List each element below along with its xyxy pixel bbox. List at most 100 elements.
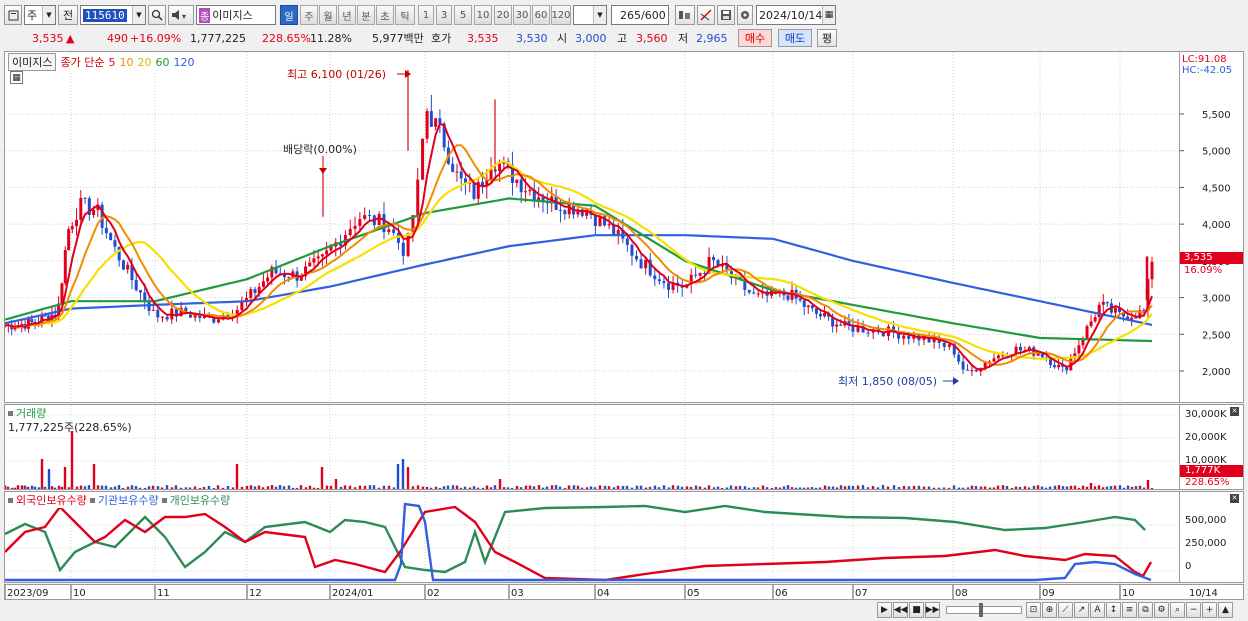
tools-icon[interactable] bbox=[675, 5, 695, 25]
holding-chart-panel[interactable]: 외국인보유수량 기관보유수량 개인보유수량 bbox=[4, 491, 1180, 583]
legend-foreign[interactable]: 외국인보유수량 bbox=[16, 492, 87, 508]
legend-ma60[interactable]: 60 bbox=[155, 56, 169, 69]
stock-name-field[interactable]: 종 이미지스 bbox=[196, 5, 276, 25]
period-year[interactable]: 년 bbox=[338, 5, 356, 25]
stock-code-input[interactable]: 115610 ▼ bbox=[80, 5, 146, 25]
volume-chart-panel[interactable]: 거래량 1,777,225주(228.65%) bbox=[4, 404, 1180, 490]
zoom-slider[interactable] bbox=[946, 603, 1022, 617]
save-icon[interactable] bbox=[717, 5, 735, 25]
volume-chart-svg bbox=[5, 405, 1179, 489]
legend-prefix: 종가 단순 bbox=[60, 56, 105, 69]
close-icon[interactable]: ✕ bbox=[1230, 494, 1239, 503]
candle-body bbox=[712, 257, 716, 261]
market-select[interactable]: 주 ▼ bbox=[24, 5, 56, 25]
candle-body bbox=[151, 309, 155, 311]
legend-marker-icon bbox=[89, 497, 95, 503]
legend-ma5[interactable]: 5 bbox=[108, 56, 115, 69]
close-icon[interactable]: ✕ bbox=[1230, 407, 1239, 416]
volume-bar bbox=[316, 487, 320, 489]
candle-body bbox=[377, 214, 381, 226]
table-icon[interactable]: ▦ bbox=[10, 71, 23, 84]
interval-60[interactable]: 60 bbox=[532, 5, 550, 25]
volume-bar bbox=[249, 485, 253, 489]
plus-icon[interactable]: + bbox=[1202, 602, 1217, 618]
speaker-icon[interactable]: ▾ bbox=[168, 5, 194, 25]
volume-bar bbox=[459, 487, 463, 489]
interval-1[interactable]: 1 bbox=[418, 5, 434, 25]
calendar-icon[interactable]: ▦ bbox=[822, 6, 835, 24]
volume-bar bbox=[778, 487, 782, 489]
date-input[interactable]: 2024/10/14 ▦ bbox=[756, 5, 836, 25]
price-chart-panel[interactable]: 최고 6,100 (01/26) 배당락(0.00%) 최저 1,850 (08… bbox=[4, 51, 1180, 403]
period-minute[interactable]: 분 bbox=[357, 5, 375, 25]
scroll-right-icon[interactable]: ▶ bbox=[877, 602, 892, 618]
fibo-icon[interactable]: ≡ bbox=[1122, 602, 1137, 618]
volume-bar bbox=[472, 486, 476, 489]
text-tool-icon[interactable]: A bbox=[1090, 602, 1105, 618]
candle-body bbox=[358, 219, 362, 226]
volume-bar bbox=[113, 486, 117, 489]
interval-3[interactable]: 3 bbox=[436, 5, 452, 25]
period-month[interactable]: 월 bbox=[319, 5, 337, 25]
foreign-holding-line bbox=[5, 505, 1153, 582]
gear-icon[interactable] bbox=[737, 5, 753, 25]
stock-code-value: 115610 bbox=[83, 8, 127, 22]
volume-bar bbox=[1093, 486, 1097, 489]
settings-icon[interactable]: ⚙ bbox=[1154, 602, 1169, 618]
candle-body bbox=[974, 370, 978, 372]
chart-title[interactable]: 이미지스 bbox=[8, 53, 57, 71]
interval-120[interactable]: 120 bbox=[551, 5, 571, 25]
legend-institution[interactable]: 기관보유수량 bbox=[98, 492, 159, 508]
volume-bar bbox=[765, 487, 769, 489]
collapse-icon[interactable]: ▲ bbox=[1218, 602, 1233, 618]
legend-individual[interactable]: 개인보유수량 bbox=[170, 492, 231, 508]
period-week[interactable]: 주 bbox=[300, 5, 318, 25]
interval-5[interactable]: 5 bbox=[454, 5, 472, 25]
trade-amount: 5,977백만 bbox=[372, 32, 424, 45]
period-second[interactable]: 초 bbox=[376, 5, 394, 25]
volume-bar bbox=[463, 486, 467, 489]
zoom-slider-handle[interactable] bbox=[979, 603, 983, 617]
volume-bar bbox=[401, 459, 405, 489]
eval-button[interactable]: 평 bbox=[817, 29, 837, 47]
volume-bar bbox=[1057, 485, 1061, 489]
interval-20[interactable]: 20 bbox=[494, 5, 512, 25]
period-tick[interactable]: 틱 bbox=[395, 5, 415, 25]
period-day[interactable]: 일 bbox=[280, 5, 298, 25]
volume-bar bbox=[992, 487, 996, 489]
trend-icon[interactable]: ⟋ bbox=[1058, 602, 1073, 618]
search-icon[interactable] bbox=[148, 5, 166, 25]
interval-30[interactable]: 30 bbox=[513, 5, 531, 25]
prev-button[interactable]: 전 bbox=[58, 5, 78, 25]
volume-bar bbox=[970, 485, 974, 489]
legend-ma10[interactable]: 10 bbox=[119, 56, 133, 69]
minus-icon[interactable]: − bbox=[1186, 602, 1201, 618]
interval-10[interactable]: 10 bbox=[474, 5, 492, 25]
volume-bar bbox=[603, 485, 607, 489]
copy-icon[interactable]: ⧉ bbox=[1138, 602, 1153, 618]
zoom-window-icon[interactable]: ⊡ bbox=[1026, 602, 1041, 618]
date-label: 06 bbox=[775, 588, 788, 599]
volume-bar bbox=[1146, 480, 1150, 489]
volume-bar bbox=[685, 486, 689, 489]
volume-bar bbox=[532, 486, 536, 489]
sell-button[interactable]: 매도 bbox=[778, 29, 812, 47]
legend-ma120[interactable]: 120 bbox=[173, 56, 194, 69]
measure-icon[interactable]: ↕ bbox=[1106, 602, 1121, 618]
menu-icon[interactable] bbox=[4, 5, 22, 25]
crosshair-icon[interactable]: ⊕ bbox=[1042, 602, 1057, 618]
volume-bar bbox=[932, 487, 936, 489]
volume-bar bbox=[1040, 486, 1044, 489]
fast-forward-icon[interactable]: ▶▶ bbox=[925, 602, 940, 618]
bar-count-field[interactable]: 265 /600 bbox=[611, 5, 669, 25]
trendline-icon[interactable] bbox=[697, 5, 715, 25]
stop-icon[interactable]: ■ bbox=[909, 602, 924, 618]
buy-button[interactable]: 매수 bbox=[738, 29, 772, 47]
candle-body bbox=[957, 354, 961, 362]
legend-ma20[interactable]: 20 bbox=[137, 56, 151, 69]
volume-bar bbox=[545, 486, 549, 489]
zoom-icon[interactable]: ⌕ bbox=[1170, 602, 1185, 618]
line-tool-icon[interactable]: ↗ bbox=[1074, 602, 1089, 618]
rewind-icon[interactable]: ◀◀ bbox=[893, 602, 908, 618]
interval-custom-input[interactable]: ▼ bbox=[573, 5, 607, 25]
